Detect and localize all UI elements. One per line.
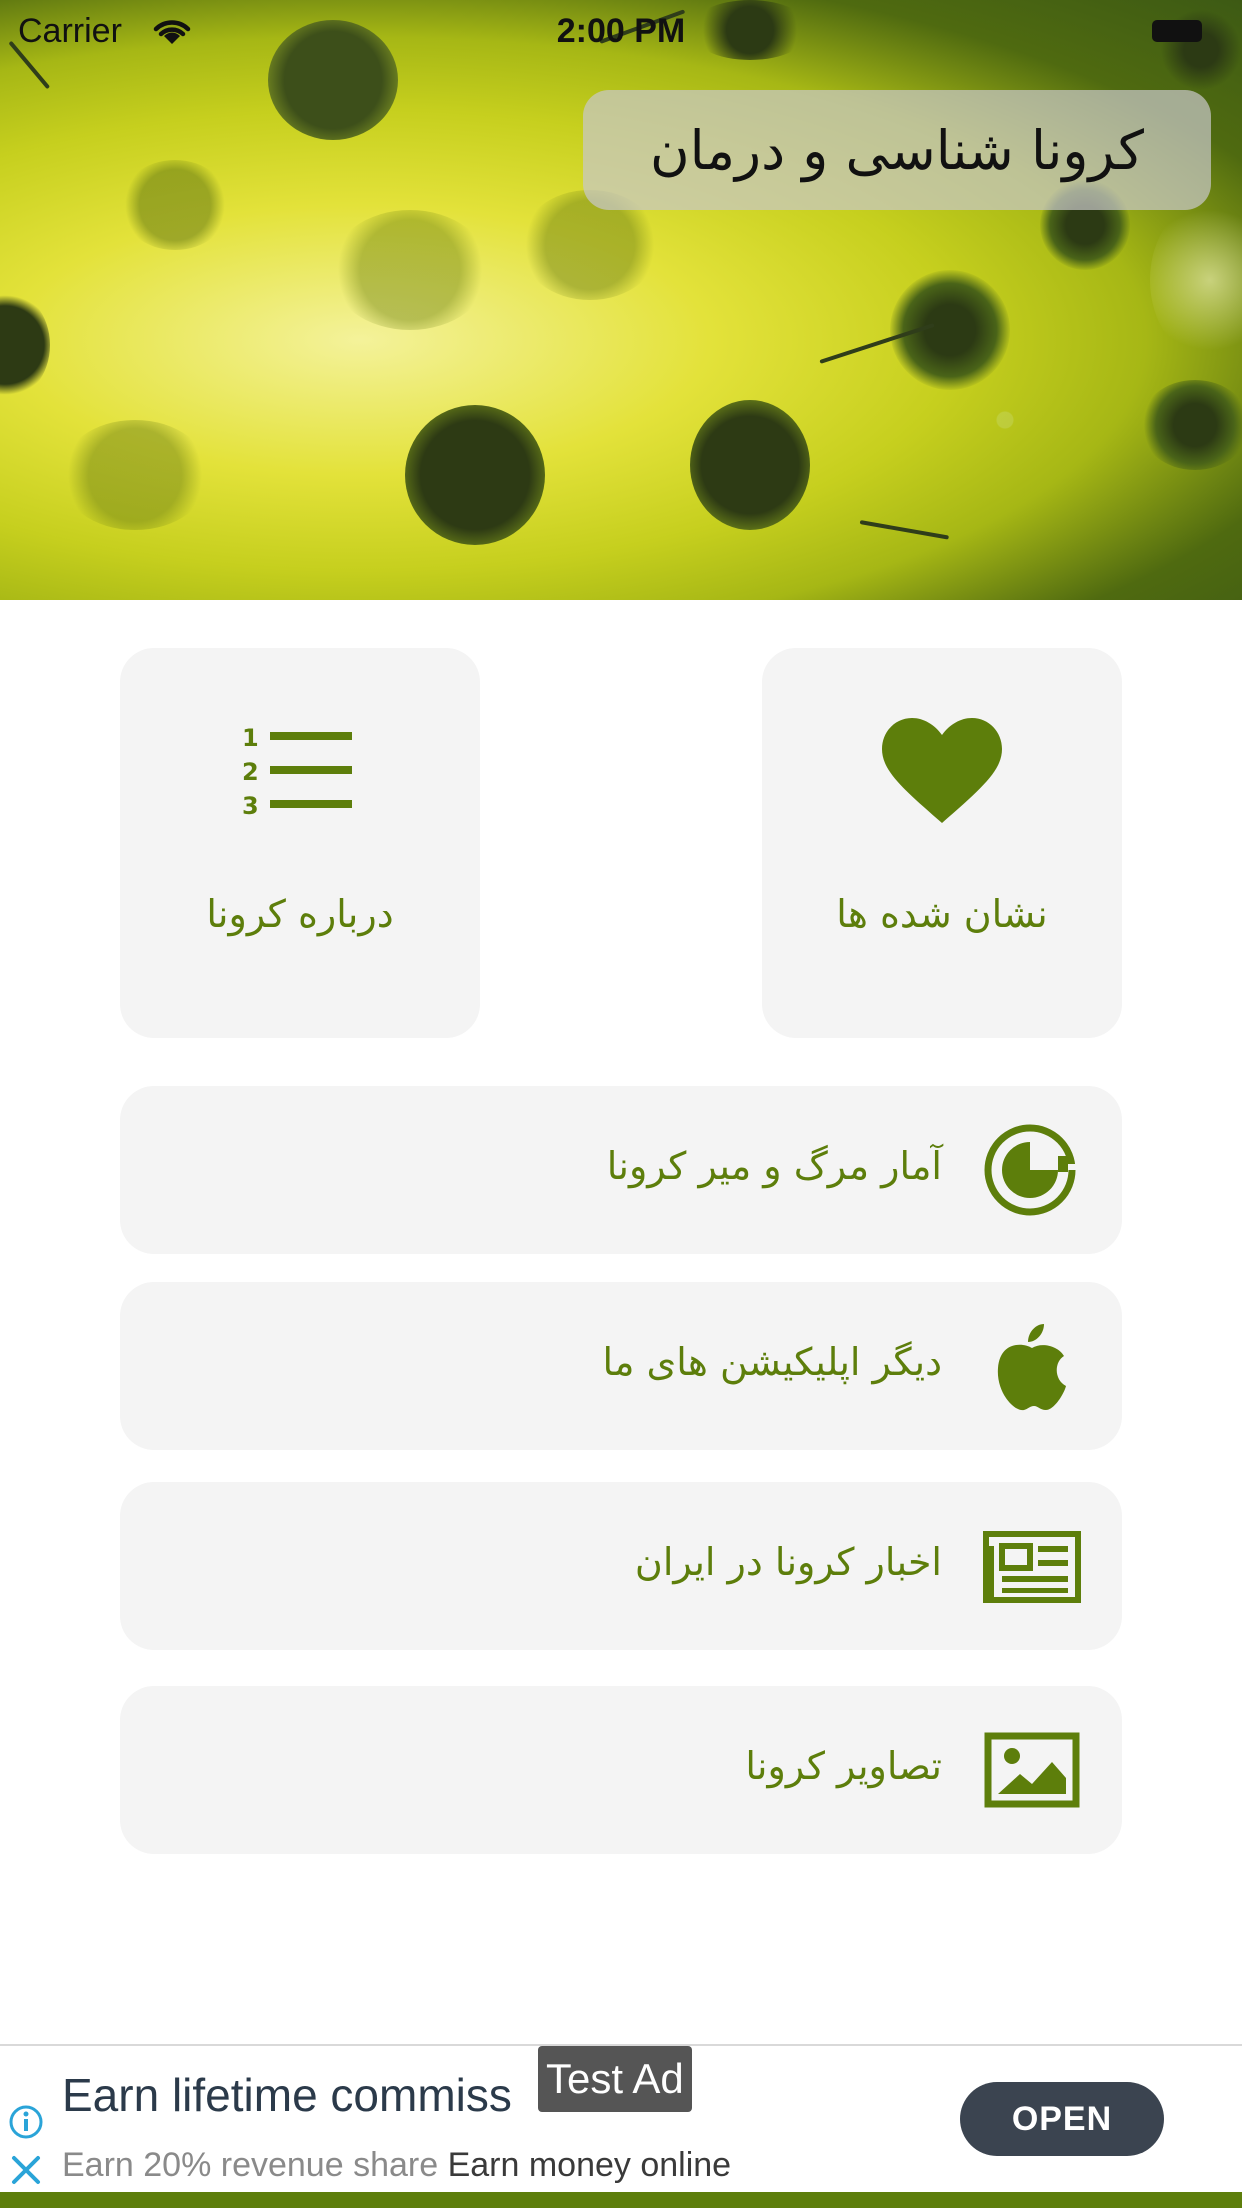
other-apps-label: دیگر اپلیکیشن های ما [602,1340,942,1384]
battery-icon [1152,20,1202,42]
title-box: کرونا شناسی و درمان [583,90,1211,210]
corona-images-row[interactable]: تصاویر کرونا [120,1686,1122,1854]
virus-bump [0,290,50,400]
bookmarks-tile[interactable]: نشان شده ها [762,648,1122,1038]
about-corona-label: درباره کرونا [206,892,394,936]
hero-banner: کرونا شناسی و درمان [0,0,1242,600]
bottom-strip [0,2192,1242,2208]
ad-subtitle-muted: Earn 20% revenue share [62,2146,448,2184]
apple-icon [997,1324,1066,1411]
svg-text:1: 1 [242,724,259,752]
numbered-list-icon: 1 2 3 [242,724,352,820]
virus-bump [120,160,230,250]
ad-title: Earn lifetime commiss [62,2069,512,2121]
virus-bump [60,420,210,530]
ad-banner[interactable]: Earn lifetime commiss Earn 20% revenue s… [0,2044,1242,2208]
virus-bump [405,405,545,545]
iran-news-row[interactable]: اخبار کرونا در ایران [120,1482,1122,1650]
virus-bump [690,400,810,530]
pacman-stats-icon [984,1124,1078,1216]
ad-subtitle: Earn 20% revenue share Earn money online [62,2146,731,2185]
heart-icon [882,718,1002,823]
newspaper-icon [983,1531,1081,1603]
virus-bump [330,210,490,330]
image-icon [984,1732,1080,1808]
close-icon[interactable] [6,2150,46,2190]
svg-text:2: 2 [242,758,259,786]
other-apps-row[interactable]: دیگر اپلیکیشن های ما [120,1282,1122,1450]
ad-open-button[interactable]: OPEN [960,2082,1164,2156]
app-title: کرونا شناسی و درمان [649,118,1145,182]
clock: 2:00 PM [556,12,686,50]
corona-images-label: تصاویر کرونا [745,1744,942,1788]
bookmarks-label: نشان شده ها [836,892,1048,936]
virus-spike [859,520,949,540]
about-corona-tile[interactable]: 1 2 3 درباره کرونا [120,648,480,1038]
death-stats-row[interactable]: آمار مرگ و میر کرونا [120,1086,1122,1254]
light-glow [1150,200,1242,360]
iran-news-label: اخبار کرونا در ایران [634,1540,942,1584]
death-stats-label: آمار مرگ و میر کرونا [606,1144,942,1188]
virus-particle [1140,380,1242,470]
status-bar: Carrier 2:00 PM [0,0,1242,60]
svg-text:3: 3 [242,792,259,820]
info-icon[interactable] [8,2104,44,2140]
test-ad-badge: Test Ad [538,2046,692,2112]
ad-subtitle-strong: Earn money online [447,2146,732,2184]
